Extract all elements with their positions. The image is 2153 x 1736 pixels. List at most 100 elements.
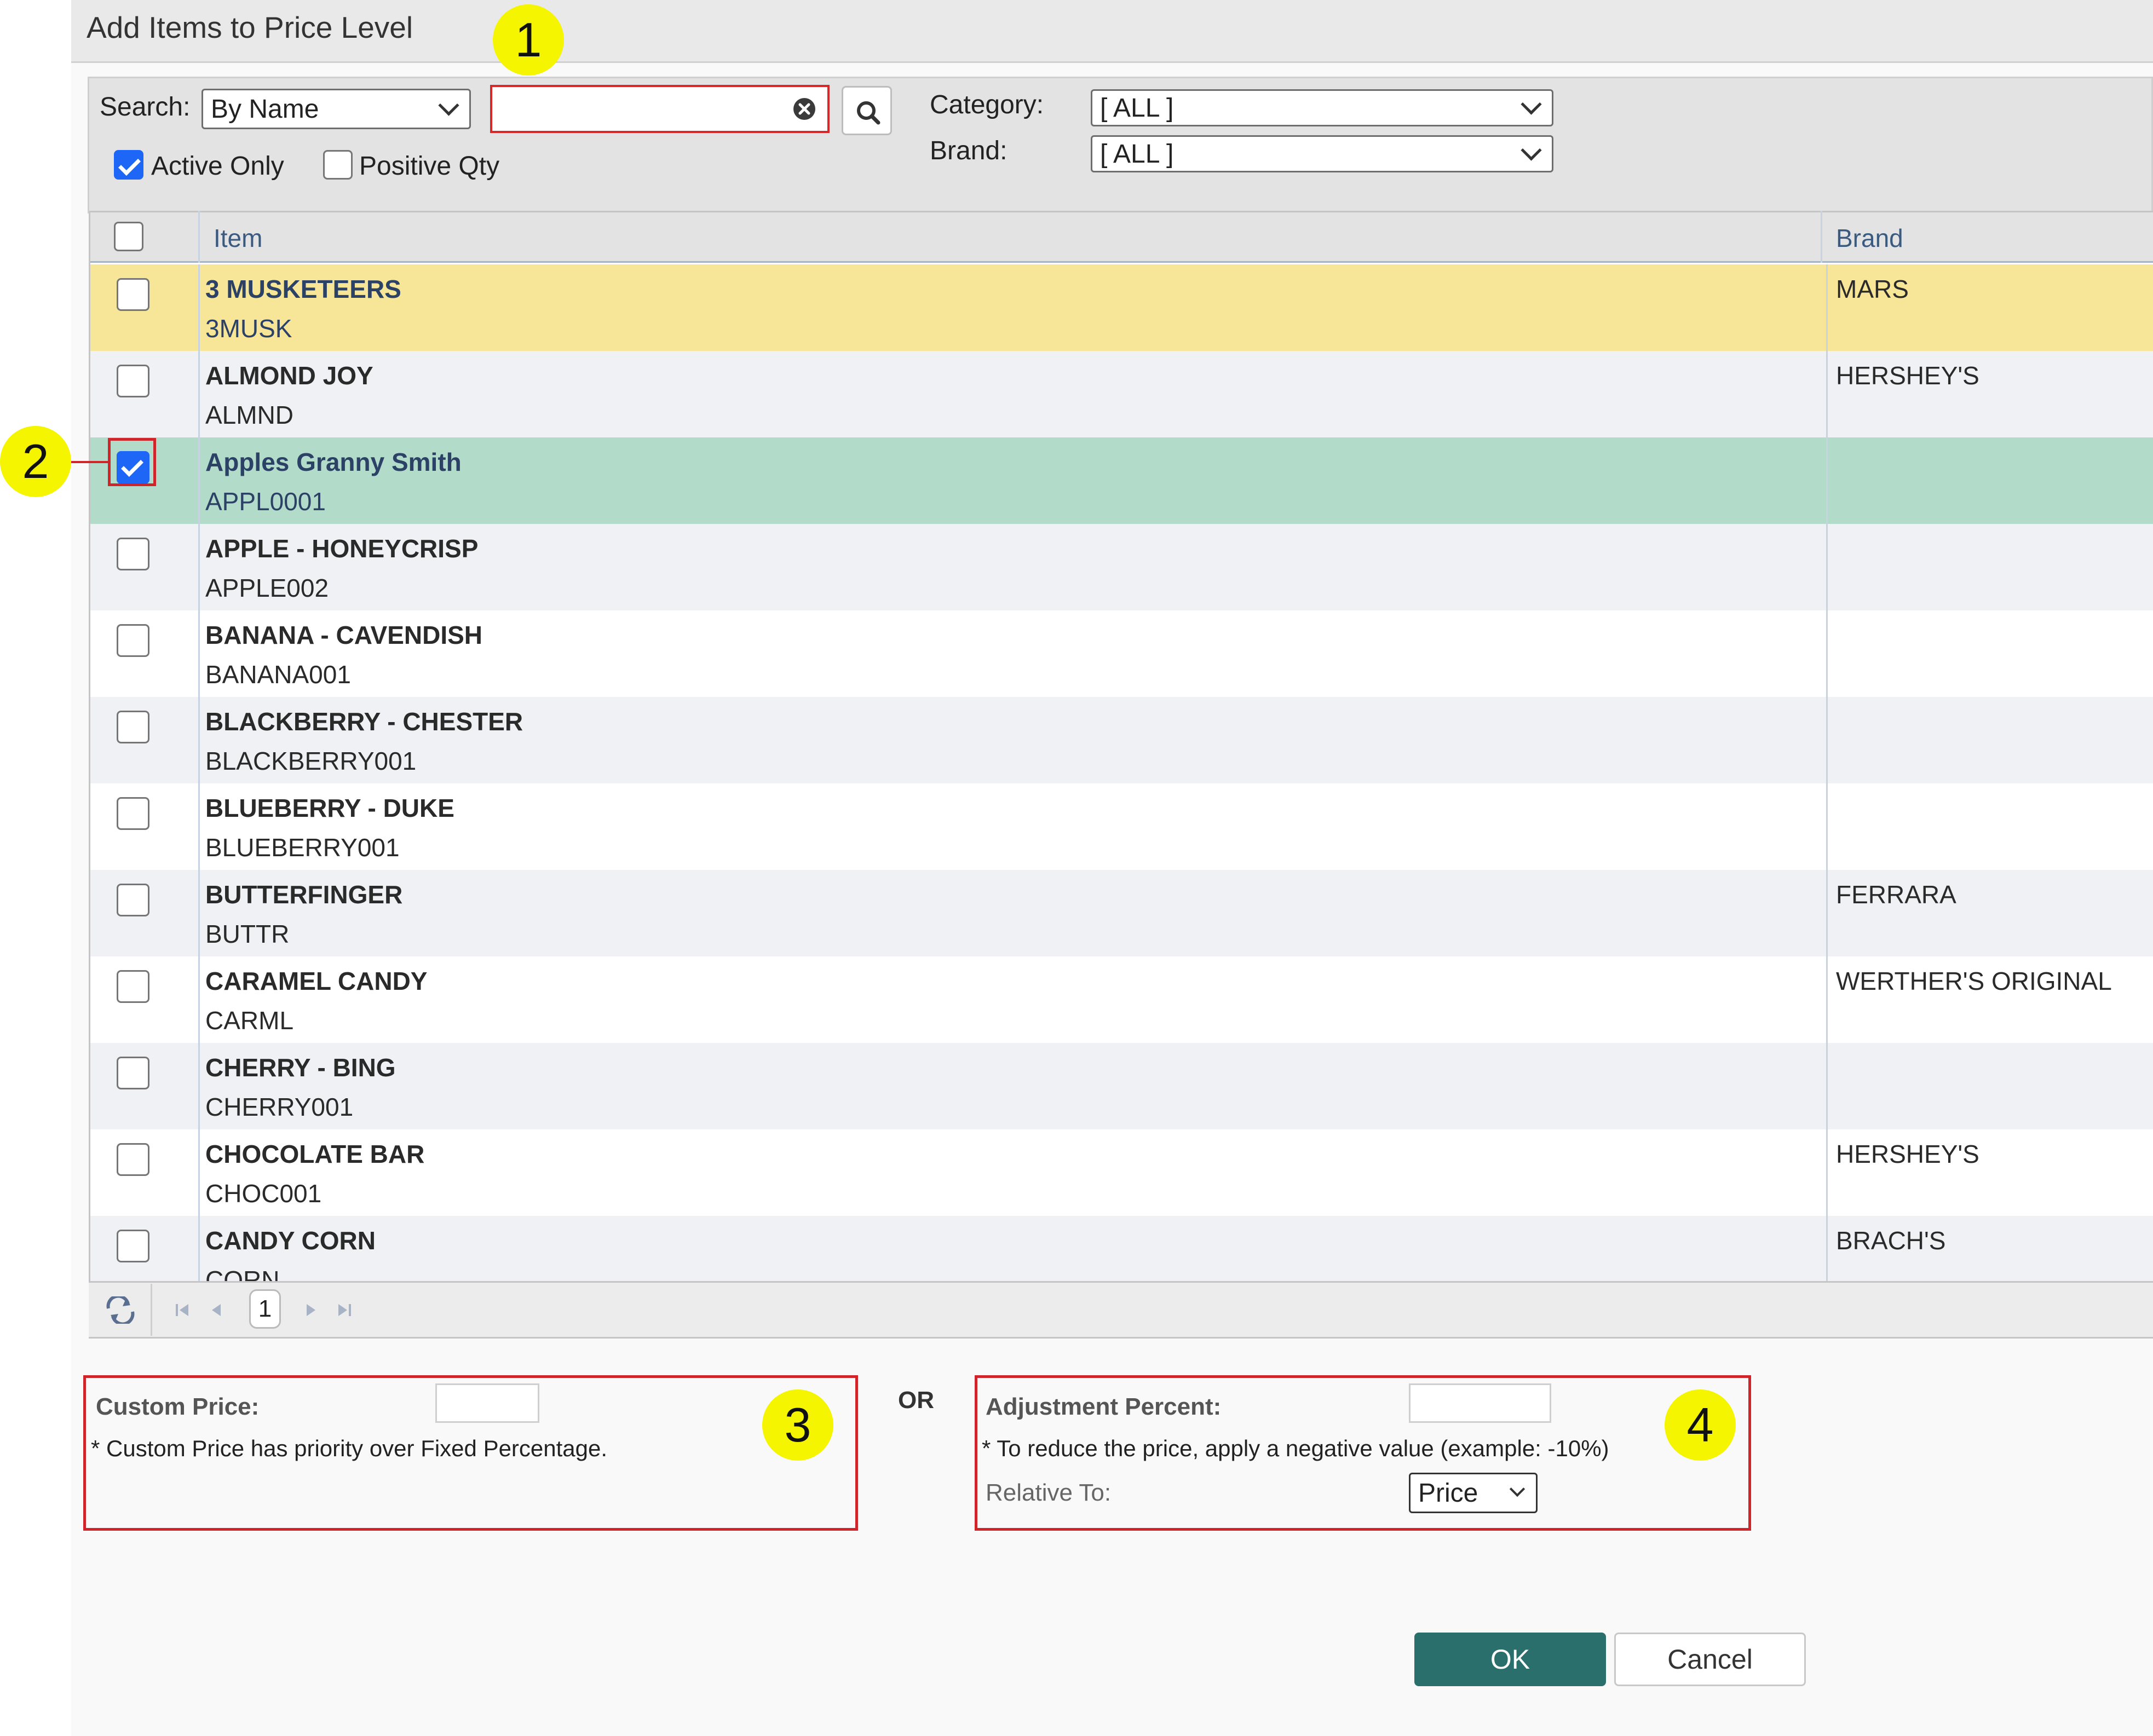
- category-label: Category:: [930, 90, 1044, 119]
- item-brand: MARS: [1836, 275, 1909, 303]
- item-name: Apples Granny Smith: [205, 448, 462, 476]
- cancel-button[interactable]: Cancel: [1614, 1633, 1806, 1686]
- dialog-title: Add Items to Price Level: [87, 10, 413, 44]
- chevron-down-icon: [438, 94, 459, 116]
- item-code: CHERRY001: [205, 1093, 354, 1121]
- column-divider: [1826, 264, 1828, 1281]
- callout-2: 2: [0, 426, 71, 497]
- custom-price-input[interactable]: [435, 1383, 539, 1423]
- adjustment-percent-input[interactable]: [1409, 1383, 1551, 1423]
- search-label: Search:: [100, 93, 191, 122]
- item-name: BANANA - CAVENDISH: [205, 621, 482, 649]
- item-code: 3MUSK: [205, 314, 292, 343]
- last-page-icon[interactable]: [336, 1302, 353, 1318]
- item-brand: WERTHER'S ORIGINAL: [1836, 967, 2112, 995]
- row-checkbox[interactable]: [117, 711, 149, 743]
- table-row[interactable]: CHERRY - BING CHERRY001: [90, 1043, 2153, 1129]
- current-page[interactable]: 1: [249, 1289, 281, 1329]
- table-row[interactable]: BANANA - CAVENDISH BANANA001: [90, 610, 2153, 697]
- row-checkbox[interactable]: [117, 970, 149, 1003]
- item-brand: HERSHEY'S: [1836, 361, 1979, 390]
- item-code: CARML: [205, 1006, 294, 1035]
- item-code: ALMND: [205, 401, 294, 429]
- table-row[interactable]: BUTTERFINGER BUTTR FERRARA: [90, 870, 2153, 956]
- chevron-down-icon: [1521, 139, 1542, 161]
- item-code: APPL0001: [205, 487, 326, 516]
- table-row[interactable]: CARAMEL CANDY CARML WERTHER'S ORIGINAL: [90, 956, 2153, 1043]
- callout-4: 4: [1665, 1389, 1736, 1461]
- table-row[interactable]: 3 MUSKETEERS 3MUSK MARS: [90, 264, 2153, 351]
- annotation-connector: [71, 461, 110, 463]
- item-name: BUTTERFINGER: [205, 880, 403, 909]
- item-name: CHERRY - BING: [205, 1053, 396, 1082]
- item-name: APPLE - HONEYCRISP: [205, 534, 479, 563]
- chevron-down-icon: [1521, 93, 1542, 115]
- positive-qty-checkbox[interactable]: [323, 150, 353, 180]
- brand-select[interactable]: [ ALL ]: [1091, 135, 1553, 172]
- table-row[interactable]: APPLE - HONEYCRISP APPLE002: [90, 524, 2153, 610]
- row-checkbox[interactable]: [117, 1057, 149, 1089]
- search-mode-select[interactable]: By Name: [202, 89, 471, 129]
- item-code: CORN: [205, 1266, 280, 1281]
- item-code: CHOC001: [205, 1179, 322, 1208]
- column-divider: [198, 264, 200, 1281]
- annotation-highlight-box: [108, 438, 156, 486]
- ok-button[interactable]: OK: [1414, 1633, 1606, 1686]
- brand-label: Brand:: [930, 136, 1008, 165]
- item-code: BUTTR: [205, 920, 290, 948]
- grid-body: 3 MUSKETEERS 3MUSK MARS ALMOND JOY ALMND…: [90, 264, 2153, 1281]
- item-brand: BRACH'S: [1836, 1226, 1946, 1255]
- row-checkbox[interactable]: [117, 797, 149, 830]
- active-only-checkbox[interactable]: [114, 150, 143, 180]
- refresh-icon[interactable]: [104, 1296, 137, 1324]
- search-input[interactable]: [490, 85, 830, 133]
- table-row[interactable]: CANDY CORN CORN BRACH'S: [90, 1216, 2153, 1281]
- item-code: BANANA001: [205, 660, 351, 689]
- item-name: CHOCOLATE BAR: [205, 1140, 425, 1168]
- item-name: ALMOND JOY: [205, 361, 373, 390]
- row-checkbox[interactable]: [117, 538, 149, 570]
- pager-divider: [151, 1284, 152, 1336]
- item-code: APPLE002: [205, 574, 329, 602]
- active-only-label: Active Only: [151, 152, 284, 181]
- custom-price-label: Custom Price:: [96, 1393, 260, 1420]
- callout-1: 1: [493, 4, 564, 76]
- or-label: OR: [898, 1387, 934, 1414]
- relative-to-select[interactable]: Price: [1409, 1473, 1538, 1513]
- previous-page-icon[interactable]: [210, 1302, 223, 1318]
- row-checkbox[interactable]: [117, 278, 149, 311]
- table-row[interactable]: CHOCOLATE BAR CHOC001 HERSHEY'S: [90, 1129, 2153, 1216]
- row-checkbox[interactable]: [117, 884, 149, 916]
- item-brand: FERRARA: [1836, 880, 1956, 909]
- table-row[interactable]: BLUEBERRY - DUKE BLUEBERRY001: [90, 783, 2153, 870]
- row-checkbox[interactable]: [117, 1230, 149, 1262]
- custom-price-note: * Custom Price has priority over Fixed P…: [91, 1435, 608, 1461]
- relative-to-value: Price: [1418, 1478, 1478, 1508]
- column-divider: [1821, 211, 1822, 263]
- select-all-checkbox[interactable]: [114, 222, 143, 251]
- category-select[interactable]: [ ALL ]: [1091, 89, 1553, 126]
- brand-value: [ ALL ]: [1100, 139, 1174, 169]
- item-name: BLUEBERRY - DUKE: [205, 794, 454, 822]
- column-header-brand[interactable]: Brand: [1836, 223, 1903, 253]
- table-row[interactable]: BLACKBERRY - CHESTER BLACKBERRY001: [90, 697, 2153, 783]
- table-row[interactable]: Apples Granny Smith APPL0001: [90, 437, 2153, 524]
- row-checkbox[interactable]: [117, 624, 149, 657]
- clear-search-icon[interactable]: [792, 97, 816, 121]
- item-name: 3 MUSKETEERS: [205, 275, 401, 303]
- next-page-icon[interactable]: [304, 1302, 318, 1318]
- adjustment-percent-note: * To reduce the price, apply a negative …: [982, 1435, 1609, 1461]
- row-checkbox[interactable]: [117, 365, 149, 397]
- search-button[interactable]: [842, 86, 892, 135]
- category-value: [ ALL ]: [1100, 93, 1174, 123]
- column-divider: [198, 211, 200, 263]
- item-name: CANDY CORN: [205, 1226, 376, 1255]
- column-header-item[interactable]: Item: [214, 223, 262, 253]
- relative-to-label: Relative To:: [986, 1479, 1112, 1506]
- first-page-icon[interactable]: [174, 1302, 191, 1318]
- item-name: BLACKBERRY - CHESTER: [205, 707, 523, 736]
- callout-3: 3: [762, 1389, 833, 1461]
- row-checkbox[interactable]: [117, 1143, 149, 1176]
- grid-pager: [89, 1281, 2153, 1339]
- table-row[interactable]: ALMOND JOY ALMND HERSHEY'S: [90, 351, 2153, 437]
